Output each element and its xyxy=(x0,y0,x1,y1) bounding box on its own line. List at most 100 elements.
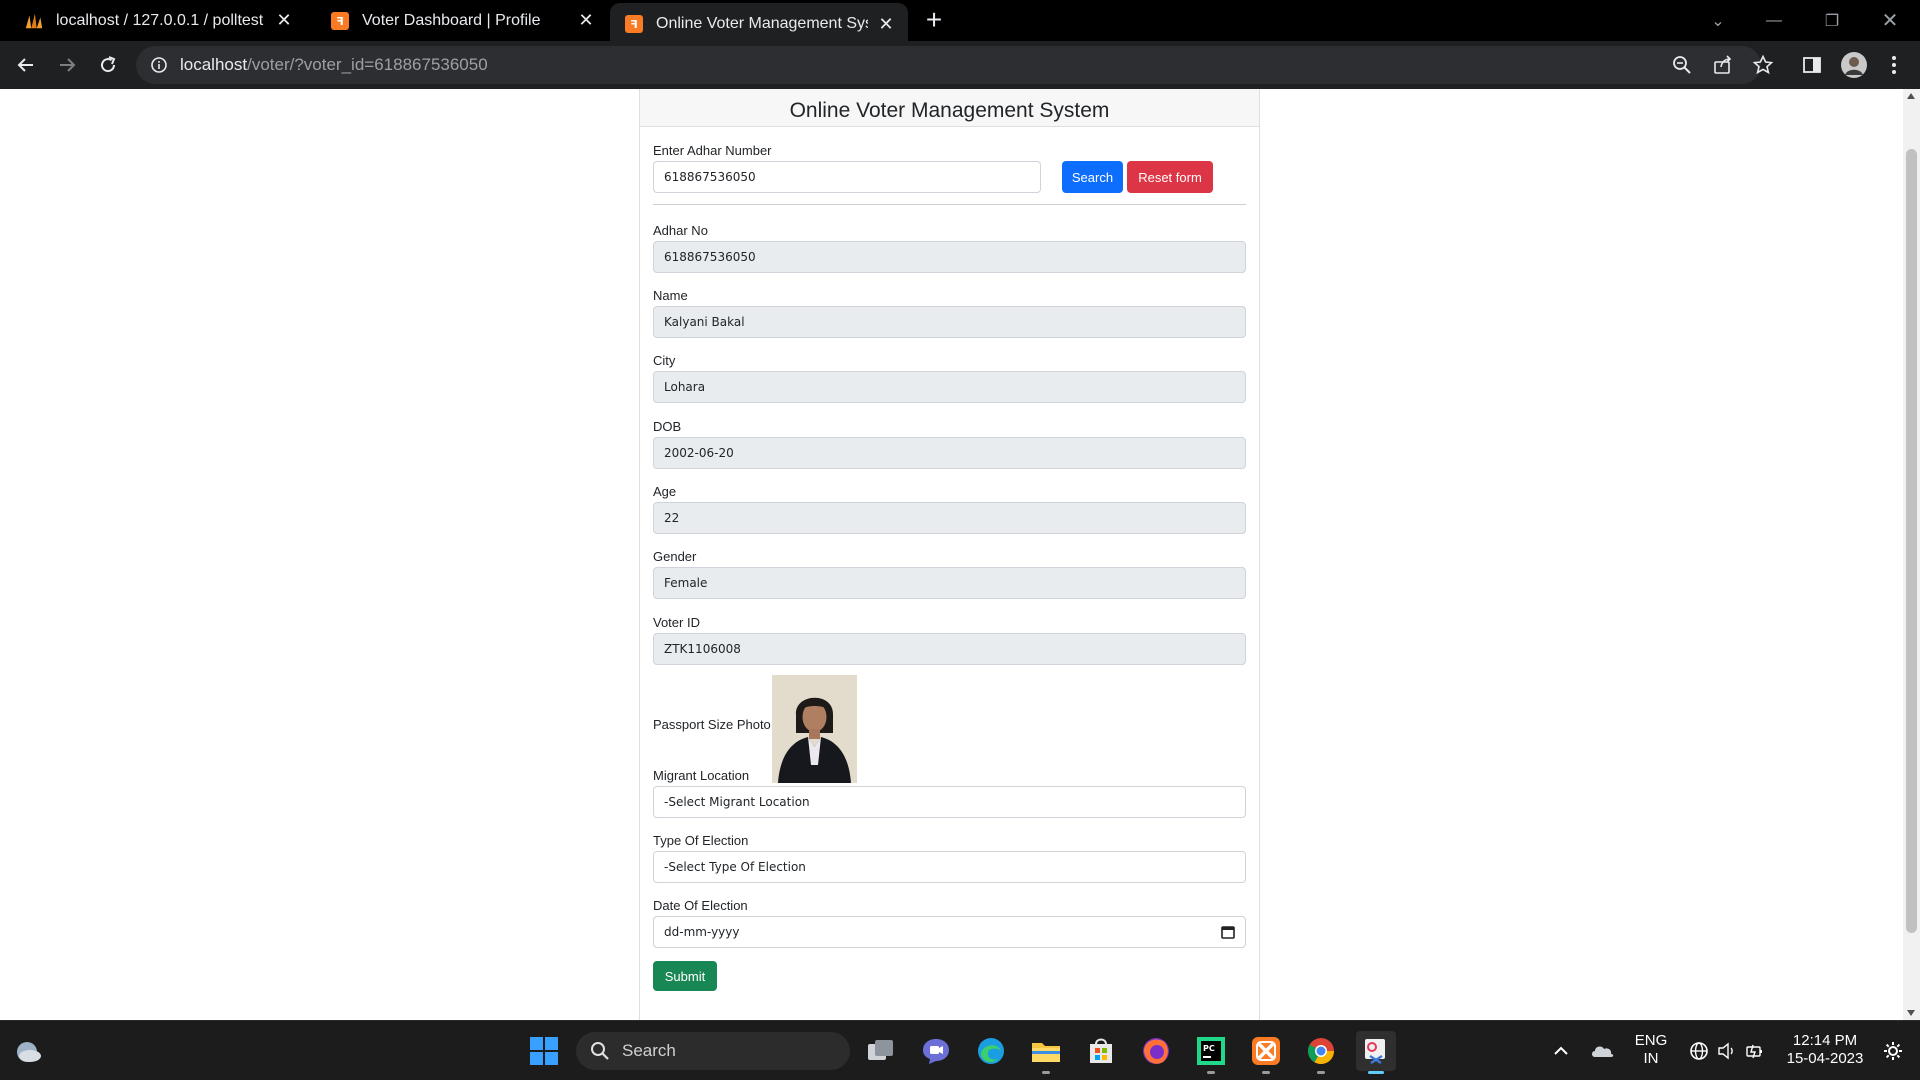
dob-field[interactable]: 2002-06-20 xyxy=(653,437,1246,469)
url-path: /voter/?voter_id=618867536050 xyxy=(247,55,488,74)
url-host: localhost xyxy=(180,55,248,74)
windows-taskbar: Search PC ENG IN 12:14 PM 15-04-2023 xyxy=(0,1020,1920,1080)
url-text: localhost/voter/?voter_id=618867536050 xyxy=(180,55,488,75)
search-button[interactable]: Search xyxy=(1062,161,1123,193)
file-explorer-icon[interactable] xyxy=(1026,1031,1066,1074)
show-hidden-icons-chevron-icon[interactable] xyxy=(1542,1031,1580,1071)
tab-online-voter-management[interactable]: ꟻ Online Voter Management Syster ✕ xyxy=(610,3,908,45)
profile-avatar[interactable] xyxy=(1840,51,1868,79)
passport-photo-label: Passport Size Photo xyxy=(653,717,771,732)
page-viewport: Online Voter Management System Enter Adh… xyxy=(0,89,1920,1020)
volume-icon[interactable] xyxy=(1712,1031,1742,1071)
tab-title: localhost / 127.0.0.1 / polltest / v xyxy=(56,11,266,29)
name-field[interactable]: Kalyani Bakal xyxy=(653,306,1246,338)
adhar-no-label: Adhar No xyxy=(653,223,708,238)
pycharm-icon[interactable]: PC xyxy=(1191,1031,1231,1074)
tab-search-chevron-icon[interactable]: ⌄ xyxy=(1690,0,1746,41)
reload-icon xyxy=(101,56,116,73)
close-icon[interactable]: ✕ xyxy=(576,10,596,31)
onedrive-cloud-icon[interactable] xyxy=(1584,1031,1620,1071)
voter-id-field[interactable]: ZTK1106008 xyxy=(653,633,1246,665)
submit-button[interactable]: Submit xyxy=(653,961,717,991)
edge-browser-icon[interactable] xyxy=(971,1031,1011,1071)
window-close-icon[interactable]: ✕ xyxy=(1862,0,1918,41)
xampp-icon: ꟻ xyxy=(624,14,644,34)
minimize-icon[interactable]: — xyxy=(1746,0,1802,41)
adhar-search-input[interactable]: 618867536050 xyxy=(653,161,1041,193)
language-region: IN xyxy=(1643,1050,1659,1067)
clock[interactable]: 12:14 PM 15-04-2023 xyxy=(1776,1032,1874,1068)
snipping-tool-icon[interactable] xyxy=(1356,1031,1396,1074)
migrant-location-select[interactable]: -Select Migrant Location xyxy=(653,786,1246,818)
teams-chat-icon[interactable] xyxy=(916,1031,956,1071)
microsoft-store-icon[interactable] xyxy=(1081,1031,1121,1071)
menu-kebab-icon[interactable] xyxy=(1882,53,1906,77)
date-placeholder: dd-mm-yyyy xyxy=(664,925,740,939)
calendar-icon[interactable] xyxy=(1221,925,1235,939)
age-label: Age xyxy=(653,484,677,499)
browser-toolbar: localhost/voter/?voter_id=618867536050 xyxy=(0,41,1920,89)
scroll-up-icon[interactable] xyxy=(1907,93,1915,99)
scrollbar-thumb[interactable] xyxy=(1906,149,1917,933)
divider xyxy=(653,204,1246,205)
forward-arrow-icon xyxy=(60,58,76,72)
notification-settings-icon[interactable] xyxy=(1876,1031,1910,1071)
age-field[interactable]: 22 xyxy=(653,502,1246,534)
reload-button[interactable] xyxy=(92,49,124,81)
close-icon[interactable]: ✕ xyxy=(274,10,294,31)
city-field[interactable]: Lohara xyxy=(653,371,1246,403)
election-type-select[interactable]: -Select Type Of Election xyxy=(653,851,1246,883)
battery-icon[interactable] xyxy=(1740,1031,1770,1071)
phpmyadmin-icon xyxy=(24,11,44,31)
voter-id-label: Voter ID xyxy=(653,615,700,630)
bookmark-star-icon[interactable] xyxy=(1751,53,1775,77)
migrant-location-label: Migrant Location xyxy=(653,768,750,783)
gender-label: Gender xyxy=(653,549,697,564)
election-date-input[interactable]: dd-mm-yyyy xyxy=(653,916,1246,948)
voter-card: Online Voter Management System Enter Adh… xyxy=(639,89,1260,1020)
new-tab-button[interactable]: + xyxy=(920,6,948,36)
svg-text:PC: PC xyxy=(1203,1044,1215,1053)
language-code: ENG xyxy=(1634,1032,1668,1049)
svg-text:ꟻ: ꟻ xyxy=(336,15,344,28)
network-globe-icon[interactable] xyxy=(1684,1031,1714,1071)
clock-date: 15-04-2023 xyxy=(1786,1050,1864,1067)
start-windows-icon[interactable] xyxy=(524,1031,564,1071)
language-indicator[interactable]: ENG IN xyxy=(1630,1032,1672,1068)
info-icon xyxy=(151,57,167,73)
back-button[interactable] xyxy=(10,49,42,81)
firefox-icon[interactable] xyxy=(1136,1031,1176,1071)
tab-voter-dashboard[interactable]: ꟻ Voter Dashboard | Profile ✕ xyxy=(306,0,608,41)
tab-title: Voter Dashboard | Profile xyxy=(362,11,541,29)
tab-title: Online Voter Management Syster xyxy=(656,15,868,32)
dob-label: DOB xyxy=(653,419,682,434)
election-type-label: Type Of Election xyxy=(653,833,749,848)
taskbar-search[interactable]: Search xyxy=(576,1032,850,1070)
browser-tab-bar: localhost / 127.0.0.1 / polltest / v ✕ ꟻ… xyxy=(0,0,1920,45)
search-icon xyxy=(591,1042,609,1060)
adhar-search-label: Enter Adhar Number xyxy=(653,143,772,158)
page-scrollbar[interactable] xyxy=(1903,89,1920,1020)
xampp-icon: ꟻ xyxy=(330,11,350,31)
tab-phpmyadmin[interactable]: localhost / 127.0.0.1 / polltest / v ✕ xyxy=(0,0,306,41)
taskbar-search-placeholder: Search xyxy=(622,1041,676,1060)
task-view-icon[interactable] xyxy=(861,1031,901,1071)
reset-form-button[interactable]: Reset form xyxy=(1127,161,1213,193)
close-icon[interactable]: ✕ xyxy=(876,14,896,34)
election-date-label: Date Of Election xyxy=(653,898,748,913)
share-icon[interactable] xyxy=(1711,53,1735,77)
clock-time: 12:14 PM xyxy=(1792,1032,1858,1049)
scroll-down-icon[interactable] xyxy=(1907,1010,1915,1016)
chrome-icon[interactable] xyxy=(1301,1031,1341,1074)
name-label: Name xyxy=(653,288,688,303)
adhar-no-field[interactable]: 618867536050 xyxy=(653,241,1246,273)
weather-widget-icon[interactable] xyxy=(8,1031,48,1071)
address-bar[interactable]: localhost/voter/?voter_id=618867536050 xyxy=(136,46,1761,84)
xampp-taskbar-icon[interactable] xyxy=(1246,1031,1286,1074)
gender-field[interactable]: Female xyxy=(653,567,1246,599)
forward-button[interactable] xyxy=(51,49,83,81)
back-arrow-icon xyxy=(17,58,33,72)
zoom-icon[interactable] xyxy=(1670,53,1694,77)
restore-icon[interactable]: ❐ xyxy=(1804,0,1860,41)
side-panel-icon[interactable] xyxy=(1800,53,1824,77)
